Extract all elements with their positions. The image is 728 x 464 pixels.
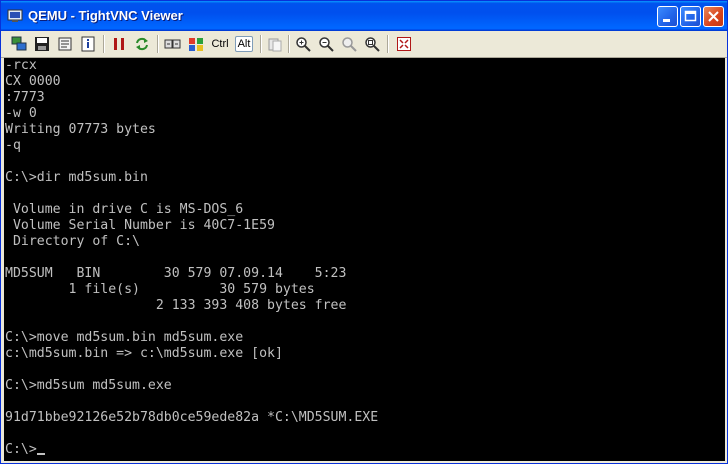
terminal-line: Writing 07773 bytes	[5, 122, 156, 137]
ctrl-label: Ctrl	[211, 38, 229, 50]
toolbar: Ctrl Alt	[1, 31, 727, 58]
vnc-app-icon	[7, 9, 23, 22]
zoom-out-icon	[319, 37, 334, 52]
fullscreen-icon	[397, 37, 411, 51]
options-button[interactable]	[55, 34, 75, 54]
terminal-line: Volume in drive C is MS-DOS_6	[5, 202, 244, 217]
terminal-line: c:\md5sum.bin => c:\md5sum.exe [ok]	[5, 346, 283, 361]
toolbar-separator	[387, 35, 389, 53]
close-icon	[708, 11, 719, 22]
zoom-100-button[interactable]	[339, 34, 359, 54]
send-ctrl-esc-icon	[189, 38, 203, 51]
text-cursor	[36, 453, 45, 455]
connection-info-icon	[81, 36, 95, 52]
zoom-in-button[interactable]	[293, 34, 313, 54]
zoom-100-icon	[342, 37, 357, 52]
toolbar-separator	[103, 35, 105, 53]
refresh-icon	[136, 37, 148, 51]
terminal-line: Volume Serial Number is 40C7-1E59	[5, 218, 275, 233]
save-icon	[35, 37, 49, 51]
maximize-icon	[684, 10, 697, 22]
toolbar-separator	[288, 35, 290, 53]
terminal-line: -w 0	[5, 106, 37, 121]
minimize-icon	[663, 19, 670, 22]
zoom-out-button[interactable]	[316, 34, 336, 54]
close-button[interactable]	[703, 6, 724, 27]
send-ctrl-esc-button[interactable]	[186, 34, 206, 54]
zoom-fit-button[interactable]	[362, 34, 382, 54]
terminal-line: CX 0000	[5, 74, 61, 89]
pause-button[interactable]	[109, 34, 129, 54]
zoom-fit-icon	[365, 37, 380, 52]
remote-screen[interactable]: -rcx CX 0000 :7773 -w 0 Writing 07773 by…	[4, 58, 725, 461]
minimize-button[interactable]	[657, 6, 678, 27]
new-connection-button[interactable]	[9, 34, 29, 54]
send-ctrl-alt-del-button[interactable]	[163, 34, 183, 54]
window-title: QEMU - TightVNC Viewer	[28, 8, 183, 23]
title-bar[interactable]: QEMU - TightVNC Viewer	[1, 1, 727, 31]
alt-label: Alt	[234, 36, 254, 52]
terminal-line: 1 file(s) 30 579 bytes	[5, 282, 315, 297]
terminal-line: C:\>move md5sum.bin md5sum.exe	[5, 330, 244, 345]
connection-info-button[interactable]	[78, 34, 98, 54]
terminal-prompt-line: C:\>	[5, 442, 45, 458]
ctrl-key-toggle[interactable]: Ctrl	[208, 34, 232, 54]
vnc-viewer-window: QEMU - TightVNC Viewer Ctrl Alt -rcx CX …	[0, 0, 728, 464]
terminal-line: 91d71bbe92126e52b78db0ce59ede82a *C:\MD5…	[5, 410, 379, 425]
terminal-line: Directory of C:\	[5, 234, 140, 249]
toolbar-separator	[260, 35, 262, 53]
fullscreen-button[interactable]	[394, 34, 414, 54]
clipboard-button[interactable]	[265, 34, 285, 54]
terminal-prompt: C:\>	[5, 442, 37, 457]
terminal-line: C:\>dir md5sum.bin	[5, 170, 148, 185]
refresh-button[interactable]	[132, 34, 152, 54]
terminal-line: -q	[5, 138, 21, 153]
maximize-button[interactable]	[680, 6, 701, 27]
pause-icon	[114, 38, 124, 50]
terminal-line: 2 133 393 408 bytes free	[5, 298, 347, 313]
send-ctrl-alt-del-icon	[164, 39, 181, 49]
terminal-line: MD5SUM BIN 30 579 07.09.14 5:23	[5, 266, 347, 281]
terminal-line: C:\>md5sum md5sum.exe	[5, 378, 172, 393]
zoom-in-icon	[296, 37, 311, 52]
toolbar-separator	[157, 35, 159, 53]
terminal-line: -rcx	[5, 58, 37, 73]
new-connection-icon	[11, 36, 27, 51]
terminal-line: :7773	[5, 90, 45, 105]
alt-key-toggle[interactable]: Alt	[232, 34, 256, 54]
options-icon	[58, 37, 72, 51]
save-button[interactable]	[32, 34, 52, 54]
clipboard-icon	[268, 38, 282, 52]
